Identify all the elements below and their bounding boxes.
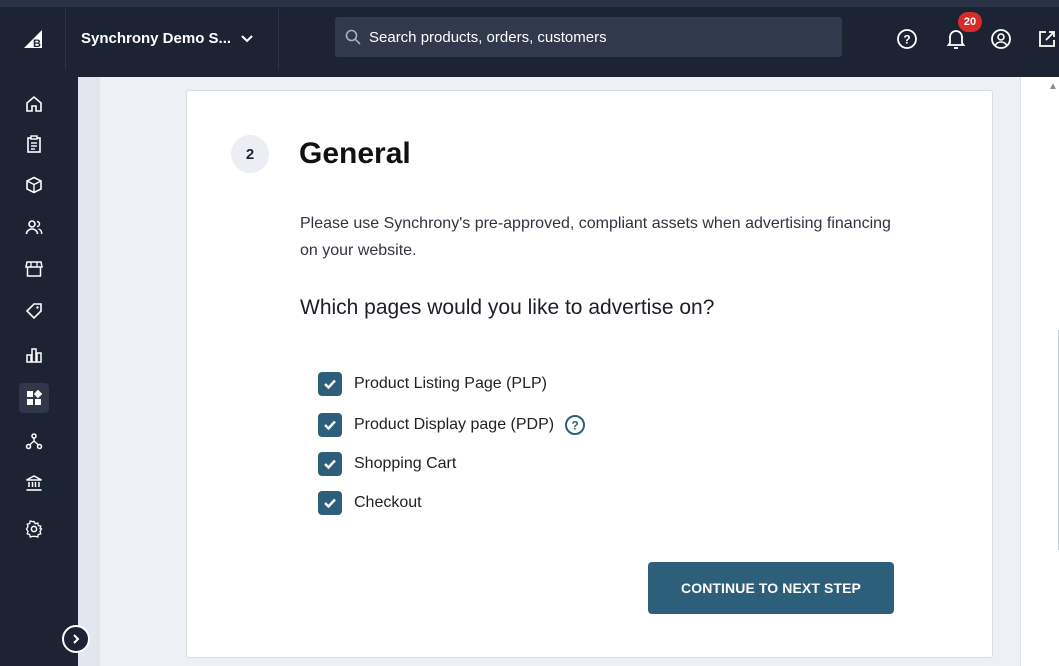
storefront-icon[interactable] <box>19 254 49 284</box>
continue-button[interactable]: CONTINUE TO NEXT STEP <box>648 562 894 614</box>
expand-sidebar-button[interactable] <box>62 625 90 653</box>
settings-icon[interactable] <box>19 514 49 544</box>
svg-text:B: B <box>33 38 41 50</box>
help-circle-icon[interactable]: ? <box>564 414 586 436</box>
search-placeholder: Search products, orders, customers <box>369 28 607 46</box>
logo-icon: B <box>23 29 42 50</box>
search-input[interactable]: Search products, orders, customers <box>335 17 842 57</box>
customers-icon[interactable] <box>19 212 49 242</box>
top-bar: B Synchrony Demo S... Search products, o… <box>0 0 1059 77</box>
step-number-badge: 2 <box>231 135 269 173</box>
check-icon <box>324 420 336 431</box>
right-panel: ▲ <box>1020 77 1059 666</box>
orders-icon[interactable] <box>19 129 49 159</box>
top-strip <box>0 0 1059 7</box>
products-icon[interactable] <box>19 170 49 200</box>
chevron-right-icon <box>73 634 80 644</box>
option-label: Shopping Cart <box>354 455 457 472</box>
svg-text:?: ? <box>903 33 910 47</box>
section-title: General <box>299 137 411 170</box>
scroll-up-icon[interactable]: ▲ <box>1048 81 1058 92</box>
option-label: Checkout <box>354 494 422 511</box>
marketing-icon[interactable] <box>19 296 49 326</box>
option-label: Product Display page (PDP) <box>354 416 555 433</box>
sidebar <box>0 77 78 666</box>
bigcommerce-logo[interactable]: B <box>0 7 66 70</box>
checkbox-cart[interactable] <box>318 452 342 476</box>
option-label: Product Listing Page (PLP) <box>354 375 547 392</box>
advertise-question: Which pages would you like to advertise … <box>300 296 715 319</box>
help-icon[interactable]: ? <box>895 27 919 51</box>
account-icon[interactable] <box>989 27 1013 51</box>
option-plp[interactable]: Product Listing Page (PLP) <box>318 371 547 397</box>
option-checkout[interactable]: Checkout <box>318 490 422 516</box>
analytics-icon[interactable] <box>19 340 49 370</box>
svg-text:?: ? <box>571 419 578 433</box>
checkbox-plp[interactable] <box>318 372 342 396</box>
search-icon <box>345 29 361 45</box>
apps-icon[interactable] <box>19 383 49 413</box>
check-icon <box>324 379 336 390</box>
check-icon <box>324 498 336 509</box>
checkbox-pdp[interactable] <box>318 413 342 437</box>
store-switcher[interactable]: Synchrony Demo S... <box>67 7 279 70</box>
check-icon <box>324 459 336 470</box>
bank-icon[interactable] <box>19 468 49 498</box>
option-cart[interactable]: Shopping Cart <box>318 451 456 477</box>
option-pdp[interactable]: Product Display page (PDP) ? <box>318 412 586 438</box>
notification-badge: 20 <box>958 12 982 32</box>
chevron-down-icon <box>241 34 253 42</box>
store-name: Synchrony Demo S... <box>81 30 232 47</box>
section-description: Please use Synchrony's pre-approved, com… <box>300 215 891 259</box>
channels-icon[interactable] <box>19 426 49 456</box>
home-icon[interactable] <box>19 89 49 119</box>
external-link-icon[interactable] <box>1035 27 1059 51</box>
checkbox-checkout[interactable] <box>318 491 342 515</box>
content-gutter <box>78 77 100 666</box>
